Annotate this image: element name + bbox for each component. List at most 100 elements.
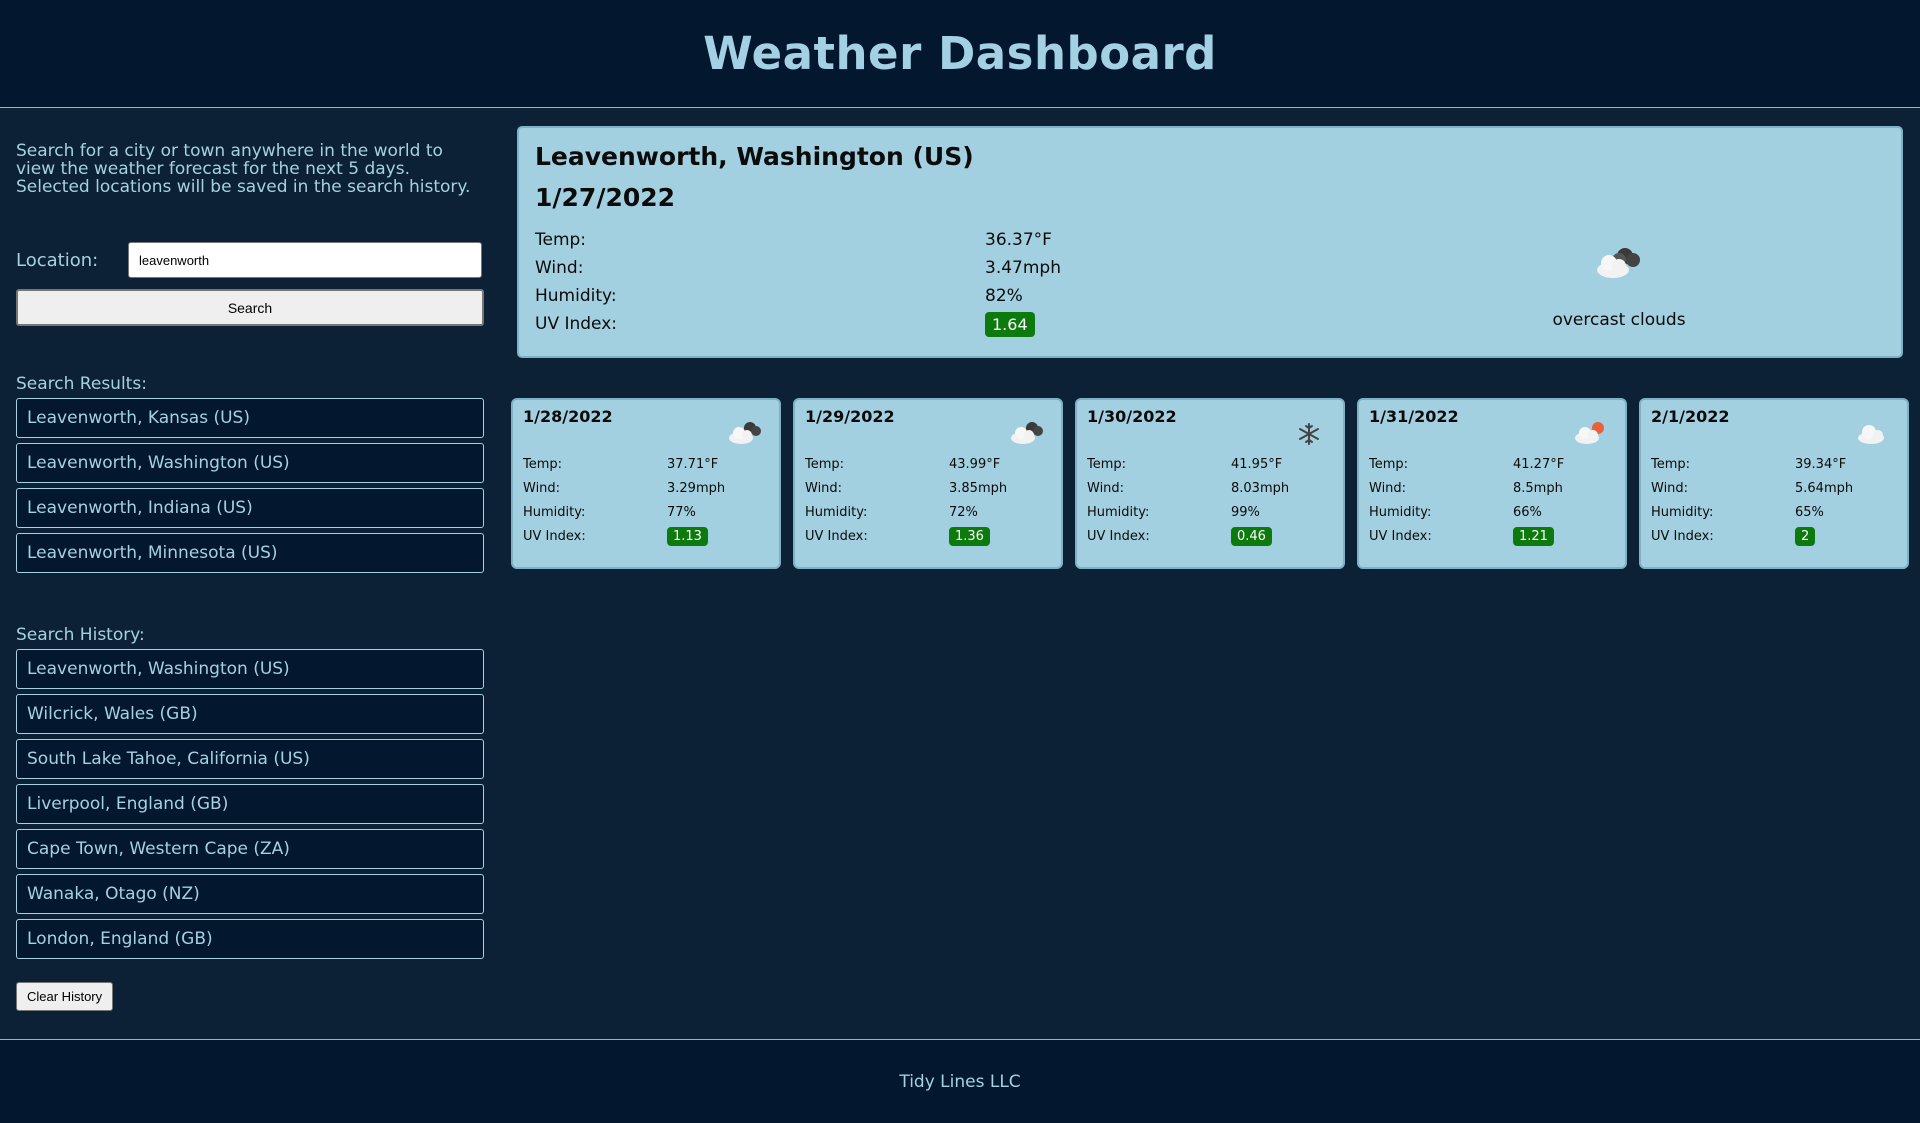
history-item[interactable]: Liverpool, England (GB) bbox=[16, 784, 484, 824]
cloud-icon bbox=[1007, 418, 1047, 450]
history-item[interactable]: Cape Town, Western Cape (ZA) bbox=[16, 829, 484, 869]
temp-value: 37.71°F bbox=[667, 456, 719, 472]
temp-value: 41.95°F bbox=[1231, 456, 1283, 472]
forecast-wind-row: Wind: 8.03mph bbox=[1087, 476, 1333, 500]
clear-history-button[interactable]: Clear History bbox=[16, 982, 114, 1011]
forecast-temp-row: Temp: 41.27°F bbox=[1369, 452, 1615, 476]
search-result-item[interactable]: Leavenworth, Kansas (US) bbox=[16, 398, 484, 438]
page-title: Weather Dashboard bbox=[703, 27, 1217, 80]
wind-label: Wind: bbox=[1651, 480, 1689, 496]
uv-badge: 1.21 bbox=[1513, 526, 1554, 546]
forecast-stats: Temp: 37.71°F Wind: 3.29mph Humidity: 77% U… bbox=[523, 452, 769, 548]
wind-value: 3.47mph bbox=[985, 258, 1061, 278]
footer-text: Tidy Lines LLC bbox=[899, 1071, 1021, 1092]
uv-badge: 1.64 bbox=[985, 311, 1035, 337]
humidity-value: 99% bbox=[1231, 504, 1260, 520]
temp-label: Temp: bbox=[1369, 456, 1409, 472]
history-item[interactable]: South Lake Tahoe, California (US) bbox=[16, 739, 484, 779]
forecast-stats: Temp: 41.95°F Wind: 8.03mph Humidity: 99% U… bbox=[1087, 452, 1333, 548]
temp-value: 41.27°F bbox=[1513, 456, 1565, 472]
history-item[interactable]: Wanaka, Otago (NZ) bbox=[16, 874, 484, 914]
page-header: Weather Dashboard bbox=[0, 0, 1920, 108]
forecast-wind-row: Wind: 8.5mph bbox=[1369, 476, 1615, 500]
current-condition: overcast clouds bbox=[1552, 310, 1686, 330]
cloud-icon bbox=[725, 418, 765, 450]
forecast-humidity-row: Humidity: 77% bbox=[523, 500, 769, 524]
search-button[interactable]: Search bbox=[16, 289, 484, 326]
forecast-uv-row: UV Index: 2 bbox=[1651, 524, 1897, 548]
location-row: Location: bbox=[16, 242, 484, 278]
wind-value: 5.64mph bbox=[1795, 480, 1854, 496]
current-date: 1/27/2022 bbox=[535, 183, 676, 212]
forecast-uv-row: UV Index: 1.21 bbox=[1369, 524, 1615, 548]
search-result-item[interactable]: Leavenworth, Washington (US) bbox=[16, 443, 484, 483]
humidity-value: 82% bbox=[985, 286, 1023, 306]
forecast-card: 1/28/2022 Temp: 37.71°F Wind: 3.29mph Humi… bbox=[511, 398, 781, 569]
uv-badge: 2 bbox=[1795, 526, 1816, 546]
sidebar: Search for a city or town anywhere in th… bbox=[16, 142, 484, 1011]
uv-badge: 1.36 bbox=[949, 526, 990, 546]
temp-label: Temp: bbox=[523, 456, 563, 472]
stat-row-wind: Wind: 3.47mph bbox=[535, 254, 1885, 282]
forecast-temp-row: Temp: 43.99°F bbox=[805, 452, 1051, 476]
search-results-list: Leavenworth, Kansas (US) Leavenworth, Wa… bbox=[16, 398, 484, 573]
forecast-stats: Temp: 41.27°F Wind: 8.5mph Humidity: 66% UV… bbox=[1369, 452, 1615, 548]
wind-label: Wind: bbox=[1087, 480, 1125, 496]
search-history-title: Search History: bbox=[16, 625, 145, 645]
main-content: Search for a city or town anywhere in th… bbox=[0, 108, 1920, 1039]
humidity-label: Humidity: bbox=[523, 504, 586, 520]
temp-value: 39.34°F bbox=[1795, 456, 1847, 472]
partly-sunny-icon bbox=[1571, 418, 1611, 450]
forecast-humidity-row: Humidity: 65% bbox=[1651, 500, 1897, 524]
forecast-wind-row: Wind: 3.29mph bbox=[523, 476, 769, 500]
uv-badge: 0.46 bbox=[1231, 526, 1272, 546]
search-result-item[interactable]: Leavenworth, Indiana (US) bbox=[16, 488, 484, 528]
forecast-uv-row: UV Index: 0.46 bbox=[1087, 524, 1333, 548]
forecast-temp-row: Temp: 39.34°F bbox=[1651, 452, 1897, 476]
temp-label: Temp: bbox=[1651, 456, 1691, 472]
forecast-row: 1/28/2022 Temp: 37.71°F Wind: 3.29mph Humi… bbox=[511, 398, 1909, 569]
intro-text: Search for a city or town anywhere in th… bbox=[16, 141, 471, 197]
humidity-label: Humidity: bbox=[805, 504, 868, 520]
forecast-temp-row: Temp: 41.95°F bbox=[1087, 452, 1333, 476]
history-item[interactable]: Wilcrick, Wales (GB) bbox=[16, 694, 484, 734]
forecast-wind-row: Wind: 5.64mph bbox=[1651, 476, 1897, 500]
location-label: Location: bbox=[16, 249, 99, 271]
forecast-wind-row: Wind: 3.85mph bbox=[805, 476, 1051, 500]
forecast-temp-row: Temp: 37.71°F bbox=[523, 452, 769, 476]
temp-value: 36.37°F bbox=[985, 230, 1052, 250]
humidity-label: Humidity: bbox=[1651, 504, 1714, 520]
current-weather-card: Leavenworth, Washington (US) 1/27/2022 T… bbox=[517, 126, 1903, 358]
snowflake-icon bbox=[1297, 422, 1321, 450]
current-city: Leavenworth, Washington (US) bbox=[535, 142, 974, 171]
forecast-humidity-row: Humidity: 99% bbox=[1087, 500, 1333, 524]
forecast-card: 1/30/2022 Temp: 41.95°F Wind: 8.03mph Humi… bbox=[1075, 398, 1345, 569]
light-cloud-icon bbox=[1853, 418, 1893, 450]
wind-label: Wind: bbox=[523, 480, 561, 496]
humidity-value: 65% bbox=[1795, 504, 1824, 520]
history-item[interactable]: London, England (GB) bbox=[16, 919, 484, 959]
search-results-title: Search Results: bbox=[16, 374, 147, 394]
cloud-icon bbox=[1589, 240, 1649, 284]
search-result-item[interactable]: Leavenworth, Minnesota (US) bbox=[16, 533, 484, 573]
wind-value: 8.5mph bbox=[1513, 480, 1563, 496]
forecast-card: 2/1/2022 Temp: 39.34°F Wind: 5.64mph Humid… bbox=[1639, 398, 1909, 569]
forecast-humidity-row: Humidity: 72% bbox=[805, 500, 1051, 524]
temp-value: 43.99°F bbox=[949, 456, 1001, 472]
forecast-humidity-row: Humidity: 66% bbox=[1369, 500, 1615, 524]
uv-label: UV Index: bbox=[1369, 528, 1432, 544]
uv-label: UV Index: bbox=[535, 314, 618, 334]
humidity-label: Humidity: bbox=[1369, 504, 1432, 520]
wind-label: Wind: bbox=[805, 480, 843, 496]
search-history-list: Leavenworth, Washington (US) Wilcrick, W… bbox=[16, 649, 484, 959]
humidity-value: 77% bbox=[667, 504, 696, 520]
wind-value: 3.29mph bbox=[667, 480, 726, 496]
uv-label: UV Index: bbox=[805, 528, 868, 544]
page-footer: Tidy Lines LLC bbox=[0, 1039, 1920, 1123]
forecast-uv-row: UV Index: 1.36 bbox=[805, 524, 1051, 548]
uv-label: UV Index: bbox=[1087, 528, 1150, 544]
temp-label: Temp: bbox=[1087, 456, 1127, 472]
humidity-label: Humidity: bbox=[535, 286, 617, 306]
location-input[interactable] bbox=[128, 242, 482, 278]
history-item[interactable]: Leavenworth, Washington (US) bbox=[16, 649, 484, 689]
